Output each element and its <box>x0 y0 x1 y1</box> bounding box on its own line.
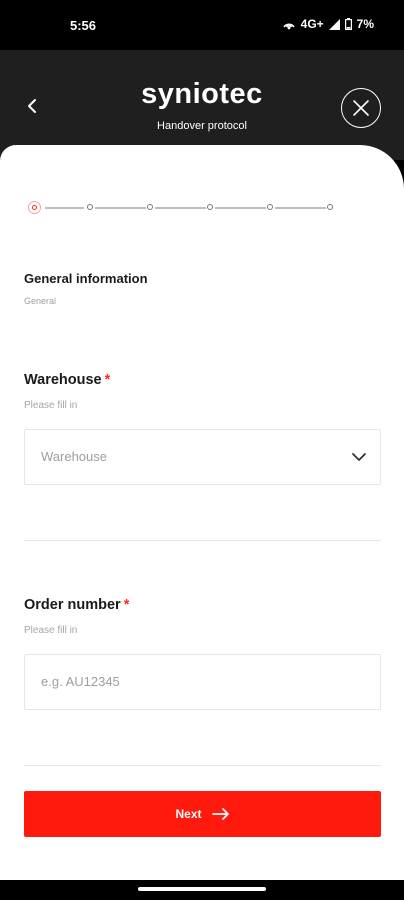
section-subtitle: General <box>24 296 57 306</box>
status-icons: 4G+ 7% <box>282 17 374 31</box>
order-number-placeholder: e.g. AU12345 <box>41 674 120 689</box>
step-3-dot <box>147 204 153 210</box>
divider <box>24 765 381 766</box>
order-number-label: Order number * <box>24 597 129 613</box>
step-connector <box>155 207 206 209</box>
status-time: 5:56 <box>70 18 97 33</box>
step-1-active <box>28 201 41 214</box>
form-card: General information General Warehouse * P… <box>0 145 404 880</box>
step-connector <box>215 207 266 209</box>
warehouse-label: Warehouse * <box>24 372 110 388</box>
section-title: General information <box>24 271 148 286</box>
network-type: 4G+ <box>300 17 324 31</box>
warehouse-label-text: Warehouse <box>24 372 102 388</box>
battery-icon <box>344 18 352 30</box>
warehouse-hint: Please fill in <box>24 400 78 411</box>
next-button-label: Next <box>175 807 202 821</box>
arrow-right-icon <box>211 808 229 820</box>
order-number-label-text: Order number <box>24 597 121 613</box>
app-header: syniotec Handover protocol <box>0 50 404 160</box>
step-connector <box>45 207 84 209</box>
step-connector <box>275 207 326 209</box>
step-6-dot <box>327 204 333 210</box>
page-subtitle: Handover protocol <box>157 120 247 132</box>
required-marker: * <box>104 372 111 388</box>
next-button[interactable]: Next <box>24 791 381 837</box>
order-number-hint: Please fill in <box>24 625 78 636</box>
warehouse-placeholder: Warehouse <box>41 449 107 464</box>
step-4-dot <box>207 204 213 210</box>
navigation-area <box>0 880 404 900</box>
step-1-dot <box>32 205 37 210</box>
gesture-handle[interactable] <box>138 887 266 891</box>
close-icon <box>353 100 369 116</box>
close-button[interactable] <box>341 88 381 128</box>
warehouse-select[interactable]: Warehouse <box>24 429 381 485</box>
step-5-dot <box>267 204 273 210</box>
step-2-dot <box>87 204 93 210</box>
battery-percent: 7% <box>356 17 374 31</box>
divider <box>24 540 381 541</box>
progress-stepper <box>28 200 338 216</box>
status-bar: 5:56 4G+ 7% <box>0 0 404 50</box>
step-connector <box>95 207 146 209</box>
hotspot-icon <box>282 23 295 30</box>
required-marker: * <box>123 597 130 613</box>
chevron-down-icon <box>352 453 366 461</box>
order-number-input[interactable]: e.g. AU12345 <box>24 654 381 710</box>
signal-icon <box>328 18 340 30</box>
